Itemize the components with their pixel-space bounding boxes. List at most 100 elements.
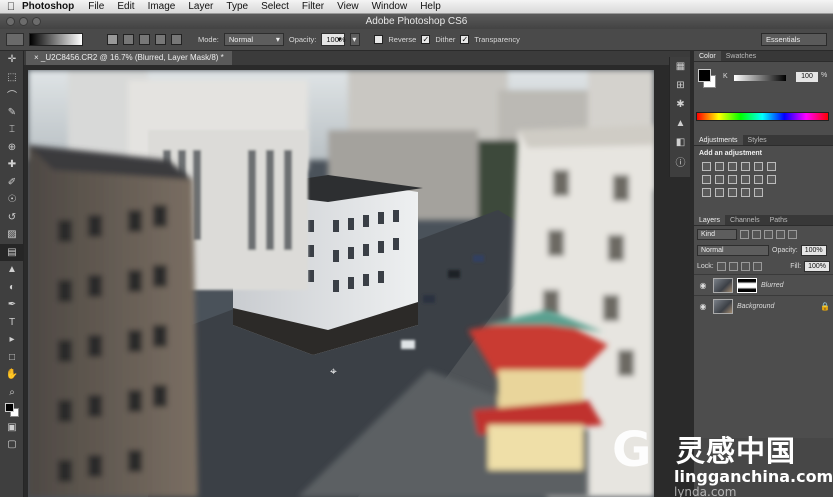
menu-help[interactable]: Help — [420, 1, 441, 12]
menu-select[interactable]: Select — [261, 1, 289, 12]
mode-select[interactable]: Normal — [223, 33, 284, 46]
properties-panel-icon[interactable]: ⊞ — [670, 76, 691, 95]
lock-all-icon[interactable] — [752, 261, 762, 271]
info-panel-icon[interactable]: ⓘ — [670, 152, 691, 171]
fill-input[interactable]: 100% — [804, 260, 830, 272]
reverse-checkbox[interactable] — [374, 35, 384, 44]
clone-stamp-tool-icon[interactable]: ☉ — [0, 191, 24, 209]
document-tab[interactable]: × _U2C8456.CR2 @ 16.7% (Blurred, Layer M… — [26, 51, 232, 65]
zoom-window-button[interactable] — [32, 17, 41, 26]
color-balance-icon[interactable] — [715, 175, 724, 184]
filter-pixel-icon[interactable] — [740, 229, 749, 239]
exposure-icon[interactable] — [741, 162, 750, 171]
layer-name[interactable]: Background — [737, 303, 774, 310]
filter-smart-object-icon[interactable] — [788, 229, 797, 239]
filter-type-icon[interactable] — [764, 229, 773, 239]
crop-tool-icon[interactable]: ⌶ — [0, 121, 24, 139]
tab-paths[interactable]: Paths — [765, 215, 793, 225]
quick-mask-icon[interactable]: ▣ — [0, 419, 24, 437]
transparency-checkbox[interactable]: ✓ — [460, 35, 470, 44]
tab-adjustments[interactable]: Adjustments — [694, 135, 743, 145]
tab-channels[interactable]: Channels — [725, 215, 765, 225]
layer-name[interactable]: Blurred — [761, 282, 784, 289]
gradient-map-icon[interactable] — [767, 162, 776, 171]
pen-tool-icon[interactable]: ✒ — [0, 296, 24, 314]
black-white-icon[interactable] — [728, 175, 737, 184]
layer-row-background[interactable]: ◉ Background 🔒 — [694, 295, 833, 316]
radial-gradient-icon[interactable] — [123, 34, 134, 45]
angle-gradient-icon[interactable] — [139, 34, 150, 45]
linear-gradient-icon[interactable] — [107, 34, 118, 45]
menu-filter[interactable]: Filter — [302, 1, 324, 12]
move-tool-icon[interactable]: ✛ — [0, 51, 24, 69]
lock-position-icon[interactable] — [740, 261, 750, 271]
curves-icon[interactable] — [728, 162, 737, 171]
k-channel-value[interactable]: 100 — [796, 72, 818, 82]
history-panel-icon[interactable]: ▦ — [670, 57, 691, 76]
menu-window[interactable]: Window — [372, 1, 408, 12]
shape-tool-icon[interactable]: □ — [0, 349, 24, 367]
path-select-tool-icon[interactable]: ▸ — [0, 331, 24, 349]
app-menu[interactable]: Photoshop — [22, 1, 74, 12]
layer-filter-kind[interactable]: Kind — [697, 228, 737, 240]
lock-image-icon[interactable] — [728, 261, 738, 271]
opacity-slider-toggle[interactable] — [350, 33, 361, 46]
menu-type[interactable]: Type — [226, 1, 248, 12]
tab-layers[interactable]: Layers — [694, 215, 726, 225]
brush-tool-icon[interactable]: ✐ — [0, 174, 24, 192]
gradient-adjust-icon[interactable] — [754, 188, 763, 197]
photo-filter-icon[interactable] — [741, 175, 750, 184]
reflected-gradient-icon[interactable] — [155, 34, 166, 45]
gradient-picker[interactable] — [29, 33, 83, 46]
dither-checkbox[interactable]: ✓ — [421, 35, 431, 44]
apple-menu-icon[interactable]:  — [0, 1, 22, 13]
vibrance-icon[interactable] — [754, 162, 763, 171]
tab-color[interactable]: Color — [694, 51, 721, 61]
layer-blend-mode[interactable]: Normal — [697, 244, 769, 256]
filter-adjustment-icon[interactable] — [752, 229, 761, 239]
layer-mask-thumbnail[interactable] — [737, 277, 757, 293]
threshold-icon[interactable] — [728, 188, 737, 197]
blur-tool-icon[interactable]: ▲ — [0, 261, 24, 279]
menu-view[interactable]: View — [337, 1, 359, 12]
selective-color-icon[interactable] — [741, 188, 750, 197]
hue-saturation-icon[interactable] — [702, 175, 711, 184]
menu-file[interactable]: File — [88, 1, 104, 12]
diamond-gradient-icon[interactable] — [171, 34, 182, 45]
foreground-color-swatch[interactable] — [698, 69, 711, 82]
gradient-tool-icon[interactable]: ▤ — [0, 243, 24, 261]
color-lookup-icon[interactable] — [767, 175, 776, 184]
workspace-switcher[interactable]: Essentials — [761, 33, 827, 46]
close-window-button[interactable] — [6, 17, 15, 26]
tool-presets-panel-icon[interactable]: ◧ — [670, 133, 691, 152]
type-tool-icon[interactable]: T — [0, 314, 24, 332]
opacity-input[interactable]: 100% — [321, 33, 346, 46]
posterize-icon[interactable] — [715, 188, 724, 197]
image-canvas[interactable]: ⌖ — [28, 70, 654, 497]
levels-icon[interactable] — [715, 162, 724, 171]
eyedropper-tool-icon[interactable]: ⊕ — [0, 139, 24, 157]
histogram-panel-icon[interactable]: ▲ — [670, 114, 691, 133]
tab-swatches[interactable]: Swatches — [721, 51, 761, 61]
eye-visibility-icon[interactable]: ◉ — [697, 302, 709, 311]
zoom-tool-icon[interactable]: ⌕ — [0, 384, 24, 402]
layer-row-blurred[interactable]: ◉ Blurred — [694, 274, 833, 295]
history-brush-tool-icon[interactable]: ↺ — [0, 209, 24, 227]
hand-tool-icon[interactable]: ✋ — [0, 366, 24, 384]
lasso-tool-icon[interactable]: ⌒ — [0, 86, 24, 104]
tool-preset-picker[interactable] — [6, 33, 24, 46]
color-spectrum-bar[interactable] — [696, 112, 829, 121]
menu-edit[interactable]: Edit — [117, 1, 134, 12]
menu-image[interactable]: Image — [148, 1, 176, 12]
tab-styles[interactable]: Styles — [743, 135, 772, 145]
k-channel-slider[interactable] — [734, 75, 786, 81]
channel-mixer-icon[interactable] — [754, 175, 763, 184]
filter-shape-icon[interactable] — [776, 229, 785, 239]
document-close-icon[interactable]: × — [34, 53, 39, 62]
layer-opacity-input[interactable]: 100% — [800, 244, 827, 256]
color-swatches-icon[interactable] — [0, 401, 24, 419]
dodge-tool-icon[interactable]: ◐ — [0, 279, 24, 297]
spot-heal-tool-icon[interactable]: ✚ — [0, 156, 24, 174]
navigator-panel-icon[interactable]: ✱ — [670, 95, 691, 114]
invert-icon[interactable] — [702, 188, 711, 197]
